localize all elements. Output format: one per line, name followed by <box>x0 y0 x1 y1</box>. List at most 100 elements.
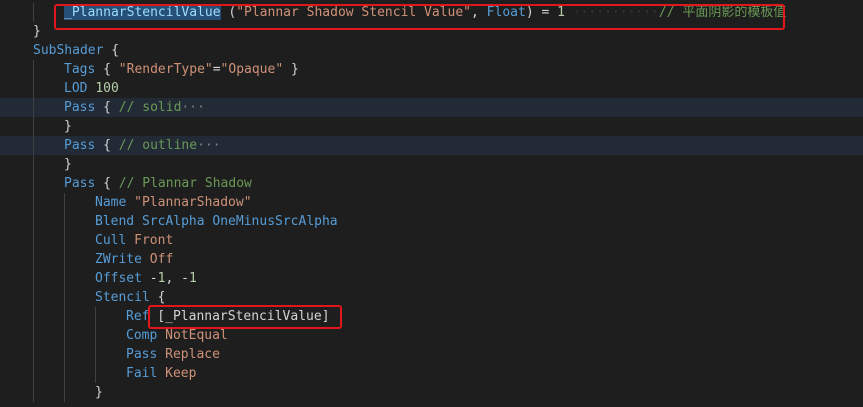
code-token: Comp <box>126 328 158 343</box>
code-text: SubShader { <box>33 41 119 60</box>
indent-guide <box>33 136 34 155</box>
code-token: ··· <box>197 138 221 153</box>
code-token: "Opaque" <box>220 62 284 77</box>
code-line[interactable]: Pass { // solid··· <box>0 98 863 117</box>
indent-guide <box>64 345 65 364</box>
indent-guide <box>33 364 34 383</box>
code-line[interactable]: Pass { // outline··· <box>0 136 863 155</box>
code-text: Pass { // solid··· <box>64 98 205 117</box>
indent-guide <box>33 60 34 79</box>
code-token: Tags <box>64 62 96 77</box>
code-token: { <box>95 176 119 191</box>
indent-guide <box>64 383 65 402</box>
code-line[interactable]: } <box>0 155 863 174</box>
indent-guide <box>64 250 65 269</box>
indent-guide <box>64 231 65 250</box>
code-line[interactable]: } <box>0 117 863 136</box>
code-text: Name "PlannarShadow" <box>95 193 252 212</box>
code-line[interactable]: Cull Front <box>0 231 863 250</box>
indent-guide <box>95 364 96 383</box>
code-token: ··· <box>181 100 205 115</box>
code-line[interactable]: ZWrite Off <box>0 250 863 269</box>
code-token: Blend <box>95 214 135 229</box>
code-token: = <box>212 62 221 77</box>
code-text: } <box>64 155 72 174</box>
code-token: // outline <box>118 138 198 153</box>
code-text: Pass Replace <box>126 345 220 364</box>
indent-guide <box>64 288 65 307</box>
code-line[interactable]: LOD 100 <box>0 79 863 98</box>
code-token: Fail <box>126 366 158 381</box>
code-line[interactable]: Tags { "RenderType"="Opaque" } <box>0 60 863 79</box>
indent-guide <box>33 155 34 174</box>
code-token: Off <box>149 252 174 267</box>
indent-guide <box>95 345 96 364</box>
code-editor[interactable]: _PlannarStencilValue ("Plannar Shadow St… <box>0 0 863 407</box>
indent-guide <box>33 307 34 326</box>
code-line[interactable]: Comp NotEqual <box>0 326 863 345</box>
code-text: Tags { "RenderType"="Opaque" } <box>64 60 299 79</box>
indent-guide <box>95 307 96 326</box>
code-token: { <box>95 62 119 77</box>
indent-guide <box>33 98 34 117</box>
annotation-box-stencil-ref <box>148 305 342 329</box>
code-text: } <box>64 117 72 136</box>
indent-guide <box>64 307 65 326</box>
code-line[interactable]: SubShader { <box>0 41 863 60</box>
code-line[interactable]: Pass { // Plannar Shadow <box>0 174 863 193</box>
code-token: Offset <box>95 271 142 286</box>
indent-guide <box>33 3 34 22</box>
code-line[interactable]: Name "PlannarShadow" <box>0 193 863 212</box>
code-line[interactable]: Blend SrcAlpha OneMinusSrcAlpha <box>0 212 863 231</box>
code-text: Offset -1, -1 <box>95 269 197 288</box>
code-text: ZWrite Off <box>95 250 173 269</box>
code-line[interactable]: } <box>0 383 863 402</box>
code-text: LOD 100 <box>64 79 119 98</box>
code-token: } <box>33 24 41 39</box>
code-token: Cull <box>95 233 127 248</box>
indent-guide <box>33 79 34 98</box>
indent-guide <box>64 326 65 345</box>
code-text: Pass { // outline··· <box>64 136 221 155</box>
code-text: } <box>95 383 103 402</box>
indent-guide <box>33 174 34 193</box>
code-token: , - <box>165 271 189 286</box>
code-line[interactable]: Offset -1, -1 <box>0 269 863 288</box>
code-token: 1 <box>188 271 197 286</box>
code-token: Name <box>95 195 127 210</box>
code-token: ZWrite <box>95 252 142 267</box>
code-token: } <box>64 119 72 134</box>
code-token: } <box>64 157 72 172</box>
code-text: } <box>33 22 41 41</box>
code-token: Pass <box>64 176 96 191</box>
code-token: "RenderType" <box>118 62 213 77</box>
code-token: Ref <box>126 309 150 324</box>
indent-guide <box>33 231 34 250</box>
code-token: Pass <box>64 100 96 115</box>
code-token: { <box>149 290 166 305</box>
code-line[interactable]: Ref [_PlannarStencilValue] <box>0 307 863 326</box>
code-token: // Plannar Shadow <box>118 176 252 191</box>
indent-guide <box>33 345 34 364</box>
code-token: "PlannarShadow" <box>134 195 252 210</box>
code-text: Pass { // Plannar Shadow <box>64 174 252 193</box>
code-token: Stencil <box>95 290 150 305</box>
code-token: Front <box>134 233 174 248</box>
code-token: NotEqual <box>165 328 228 343</box>
code-line[interactable]: Stencil { <box>0 288 863 307</box>
code-token: // solid <box>118 100 182 115</box>
code-text: Cull Front <box>95 231 173 250</box>
code-line[interactable]: Fail Keep <box>0 364 863 383</box>
code-token: SubShader <box>33 43 104 58</box>
code-token: } <box>283 62 299 77</box>
indent-guide <box>64 269 65 288</box>
indent-guide <box>64 212 65 231</box>
code-line[interactable]: Pass Replace <box>0 345 863 364</box>
